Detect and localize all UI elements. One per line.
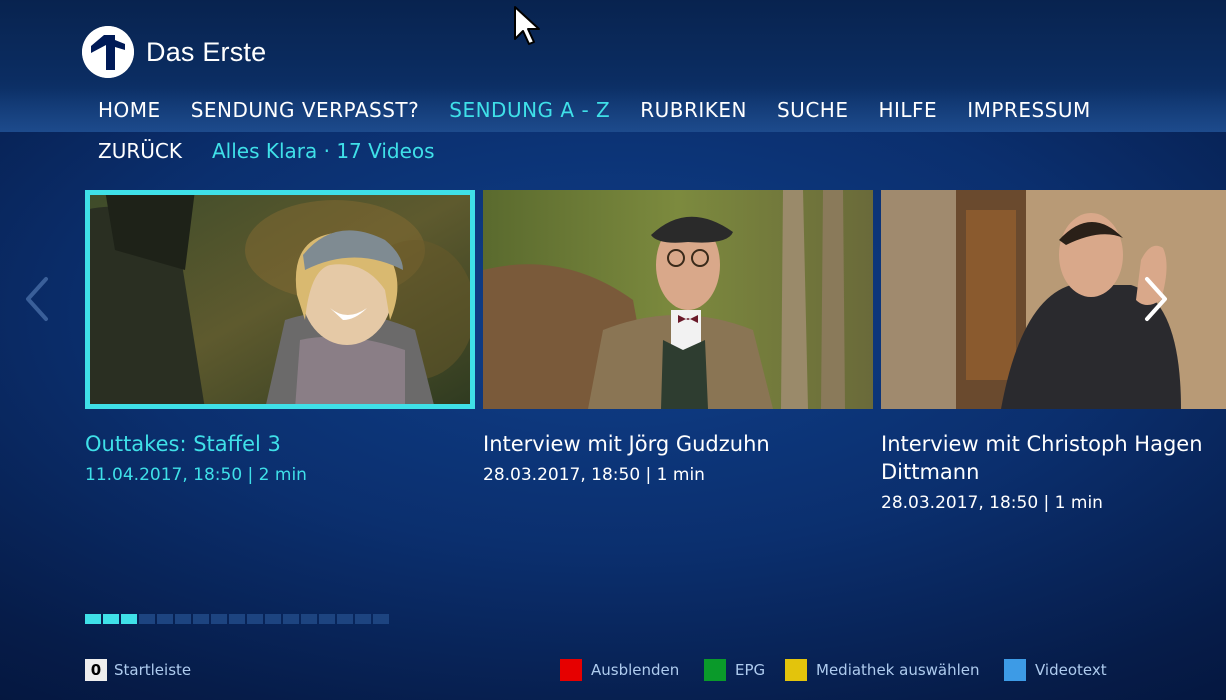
mediathek-auswaehlen-label: Mediathek auswählen [816, 661, 980, 679]
video-thumbnail[interactable] [881, 190, 1226, 409]
pager-segment [175, 614, 191, 624]
pager-segment [211, 614, 227, 624]
pager-segment [373, 614, 389, 624]
green-key-icon [704, 659, 726, 681]
startleiste-label: Startleiste [114, 661, 192, 679]
epg-button[interactable]: EPG [704, 658, 765, 682]
breadcrumb: Alles Klara · 17 Videos [211, 139, 435, 163]
pager-segment [355, 614, 371, 624]
main-nav: HOME SENDUNG VERPASST? SENDUNG A - Z RUB… [98, 98, 1121, 122]
yellow-key-icon [785, 659, 807, 681]
back-button[interactable]: ZURÜCK [98, 139, 182, 163]
epg-label: EPG [735, 661, 766, 679]
red-key-icon [560, 659, 582, 681]
blue-key-icon [1004, 659, 1026, 681]
mouse-pointer-icon [514, 6, 540, 45]
nav-item-hilfe[interactable]: HILFE [878, 98, 937, 122]
video-meta: 28.03.2017, 18:50 | 1 min [483, 465, 705, 485]
sub-nav: ZURÜCK Alles Klara · 17 Videos [98, 139, 435, 163]
pager-segment [283, 614, 299, 624]
brand-logo: Das Erste [82, 26, 266, 78]
video-title: Interview mit Christoph Hagen Dittmann [881, 430, 1203, 486]
nav-item-impressum[interactable]: IMPRESSUM [967, 98, 1091, 122]
videotext-button[interactable]: Videotext [1004, 658, 1107, 682]
video-thumbnail[interactable] [85, 190, 475, 409]
pager-segment [121, 614, 137, 624]
video-meta: 28.03.2017, 18:50 | 1 min [881, 493, 1103, 513]
nav-item-sendung-a-z[interactable]: SENDUNG A - Z [449, 98, 610, 122]
footer-bar: 0 Startleiste Ausblenden EPG Mediathek a… [0, 658, 1226, 682]
ausblenden-button[interactable]: Ausblenden [560, 658, 679, 682]
pager-segment [265, 614, 281, 624]
chevron-right-icon[interactable] [1142, 276, 1170, 322]
pager-segment [229, 614, 245, 624]
startleiste-button[interactable]: 0 Startleiste [85, 658, 191, 682]
nav-item-home[interactable]: HOME [98, 98, 161, 122]
pager-segment [103, 614, 119, 624]
brand-name: Das Erste [146, 36, 267, 67]
video-thumbnail[interactable] [483, 190, 873, 409]
videotext-label: Videotext [1035, 661, 1107, 679]
video-title: Outtakes: Staffel 3 [85, 432, 281, 456]
pager-segment [193, 614, 209, 624]
key-zero-icon: 0 [85, 659, 107, 681]
video-meta: 11.04.2017, 18:50 | 2 min [85, 465, 307, 485]
chevron-left-icon[interactable] [24, 276, 50, 322]
page-indicator [85, 614, 391, 624]
pager-segment [85, 614, 101, 624]
video-title-line-1: Interview mit Christoph Hagen [881, 432, 1203, 456]
pager-segment [319, 614, 335, 624]
nav-item-suche[interactable]: SUCHE [777, 98, 848, 122]
pager-segment [157, 614, 173, 624]
nav-item-rubriken[interactable]: RUBRIKEN [640, 98, 747, 122]
ard-one-logo-icon [82, 26, 134, 78]
pager-segment [247, 614, 263, 624]
video-title: Interview mit Jörg Gudzuhn [483, 432, 770, 456]
pager-segment [139, 614, 155, 624]
nav-item-sendung-verpasst[interactable]: SENDUNG VERPASST? [191, 98, 420, 122]
ausblenden-label: Ausblenden [591, 661, 680, 679]
pager-segment [301, 614, 317, 624]
video-title-line-2: Dittmann [881, 460, 980, 484]
pager-segment [337, 614, 353, 624]
mediathek-auswaehlen-button[interactable]: Mediathek auswählen [785, 658, 980, 682]
